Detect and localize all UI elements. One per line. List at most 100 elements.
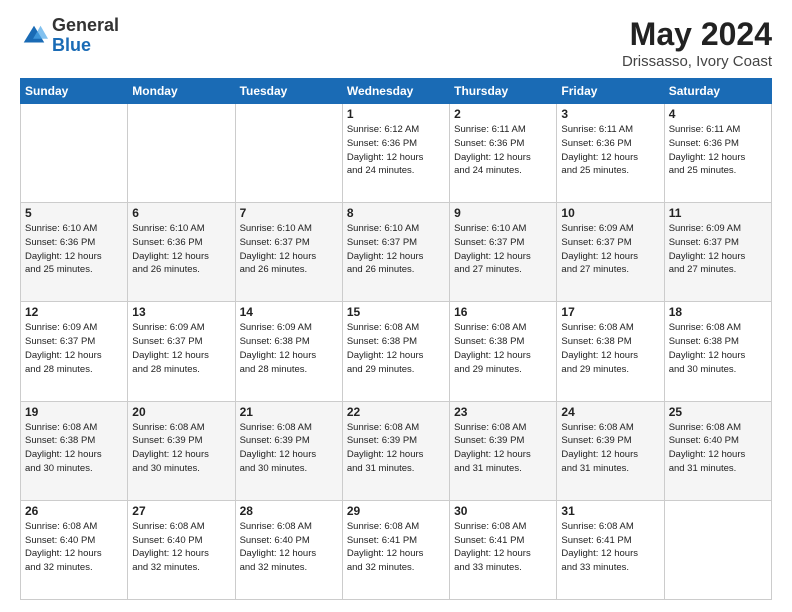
day-number: 3 xyxy=(561,107,659,121)
calendar-day-30: 30 Sunrise: 6:08 AMSunset: 6:41 PMDayligh… xyxy=(450,500,557,599)
day-info: Sunrise: 6:09 AMSunset: 6:37 PMDaylight:… xyxy=(25,321,123,376)
day-info: Sunrise: 6:08 AMSunset: 6:41 PMDaylight:… xyxy=(347,520,445,575)
day-info: Sunrise: 6:09 AMSunset: 6:37 PMDaylight:… xyxy=(561,222,659,277)
calendar-day-12: 12 Sunrise: 6:09 AMSunset: 6:37 PMDayligh… xyxy=(21,302,128,401)
day-number: 14 xyxy=(240,305,338,319)
calendar-day-1: 1 Sunrise: 6:12 AMSunset: 6:36 PMDaylight… xyxy=(342,104,449,203)
calendar-day-23: 23Sunrise: 6:08 AMSunset: 6:39 PMDayligh… xyxy=(450,401,557,500)
calendar-week-row-4: 26Sunrise: 6:08 AMSunset: 6:40 PMDayligh… xyxy=(21,500,772,599)
calendar-day-4: 4 Sunrise: 6:11 AMSunset: 6:36 PMDaylight… xyxy=(664,104,771,203)
day-info: Sunrise: 6:08 AMSunset: 6:39 PMDaylight:… xyxy=(454,421,552,476)
calendar-day-15: 15 Sunrise: 6:08 AMSunset: 6:38 PMDayligh… xyxy=(342,302,449,401)
day-number: 1 xyxy=(347,107,445,121)
day-info: Sunrise: 6:08 AMSunset: 6:38 PMDaylight:… xyxy=(669,321,767,376)
calendar-day-21: 21Sunrise: 6:08 AMSunset: 6:39 PMDayligh… xyxy=(235,401,342,500)
calendar-header-row: SundayMondayTuesdayWednesdayThursdayFrid… xyxy=(21,79,772,104)
day-number: 13 xyxy=(132,305,230,319)
day-info: Sunrise: 6:09 AMSunset: 6:37 PMDaylight:… xyxy=(669,222,767,277)
calendar-day-24: 24Sunrise: 6:08 AMSunset: 6:39 PMDayligh… xyxy=(557,401,664,500)
day-number: 22 xyxy=(347,405,445,419)
calendar-day-26: 26Sunrise: 6:08 AMSunset: 6:40 PMDayligh… xyxy=(21,500,128,599)
day-info: Sunrise: 6:11 AMSunset: 6:36 PMDaylight:… xyxy=(561,123,659,178)
calendar-day-7: 7Sunrise: 6:10 AMSunset: 6:37 PMDaylight… xyxy=(235,203,342,302)
day-number: 20 xyxy=(132,405,230,419)
day-info: Sunrise: 6:12 AMSunset: 6:36 PMDaylight:… xyxy=(347,123,445,178)
calendar-header-thursday: Thursday xyxy=(450,79,557,104)
day-info: Sunrise: 6:08 AMSunset: 6:40 PMDaylight:… xyxy=(132,520,230,575)
calendar-day-19: 19 Sunrise: 6:08 AMSunset: 6:38 PMDayligh… xyxy=(21,401,128,500)
day-info: Sunrise: 6:11 AMSunset: 6:36 PMDaylight:… xyxy=(454,123,552,178)
calendar-day-empty xyxy=(235,104,342,203)
calendar-header-monday: Monday xyxy=(128,79,235,104)
calendar-day-20: 20 Sunrise: 6:08 AMSunset: 6:39 PMDayligh… xyxy=(128,401,235,500)
calendar-day-10: 10 Sunrise: 6:09 AMSunset: 6:37 PMDayligh… xyxy=(557,203,664,302)
calendar-day-14: 14 Sunrise: 6:09 AMSunset: 6:38 PMDayligh… xyxy=(235,302,342,401)
calendar-day-11: 11 Sunrise: 6:09 AMSunset: 6:37 PMDayligh… xyxy=(664,203,771,302)
day-info: Sunrise: 6:08 AMSunset: 6:41 PMDaylight:… xyxy=(454,520,552,575)
calendar-header-tuesday: Tuesday xyxy=(235,79,342,104)
calendar-day-9: 9 Sunrise: 6:10 AMSunset: 6:37 PMDaylight… xyxy=(450,203,557,302)
day-info: Sunrise: 6:08 AMSunset: 6:39 PMDaylight:… xyxy=(347,421,445,476)
day-number: 15 xyxy=(347,305,445,319)
calendar-day-empty xyxy=(21,104,128,203)
calendar-day-5: 5 Sunrise: 6:10 AMSunset: 6:36 PMDaylight… xyxy=(21,203,128,302)
day-number: 17 xyxy=(561,305,659,319)
calendar-day-31: 31 Sunrise: 6:08 AMSunset: 6:41 PMDayligh… xyxy=(557,500,664,599)
day-info: Sunrise: 6:08 AMSunset: 6:38 PMDaylight:… xyxy=(561,321,659,376)
calendar-day-empty xyxy=(664,500,771,599)
logo-text: General Blue xyxy=(52,16,119,56)
calendar-week-row-1: 5 Sunrise: 6:10 AMSunset: 6:36 PMDaylight… xyxy=(21,203,772,302)
day-number: 6 xyxy=(132,206,230,220)
day-info: Sunrise: 6:08 AMSunset: 6:39 PMDaylight:… xyxy=(561,421,659,476)
day-number: 4 xyxy=(669,107,767,121)
logo: General Blue xyxy=(20,16,119,56)
calendar-table: SundayMondayTuesdayWednesdayThursdayFrid… xyxy=(20,78,772,600)
day-info: Sunrise: 6:08 AMSunset: 6:39 PMDaylight:… xyxy=(132,421,230,476)
day-number: 8 xyxy=(347,206,445,220)
day-info: Sunrise: 6:10 AMSunset: 6:36 PMDaylight:… xyxy=(25,222,123,277)
day-number: 21 xyxy=(240,405,338,419)
day-number: 11 xyxy=(669,206,767,220)
calendar-day-empty xyxy=(128,104,235,203)
day-info: Sunrise: 6:10 AMSunset: 6:37 PMDaylight:… xyxy=(454,222,552,277)
day-number: 10 xyxy=(561,206,659,220)
day-number: 27 xyxy=(132,504,230,518)
day-info: Sunrise: 6:08 AMSunset: 6:40 PMDaylight:… xyxy=(240,520,338,575)
day-info: Sunrise: 6:08 AMSunset: 6:38 PMDaylight:… xyxy=(347,321,445,376)
calendar-day-3: 3 Sunrise: 6:11 AMSunset: 6:36 PMDaylight… xyxy=(557,104,664,203)
page: General Blue May 2024 Drissasso, Ivory C… xyxy=(0,0,792,612)
day-info: Sunrise: 6:09 AMSunset: 6:38 PMDaylight:… xyxy=(240,321,338,376)
day-number: 31 xyxy=(561,504,659,518)
calendar-week-row-2: 12 Sunrise: 6:09 AMSunset: 6:37 PMDayligh… xyxy=(21,302,772,401)
title-month: May 2024 xyxy=(622,16,772,53)
day-info: Sunrise: 6:10 AMSunset: 6:37 PMDaylight:… xyxy=(240,222,338,277)
calendar-header-friday: Friday xyxy=(557,79,664,104)
calendar-day-29: 29 Sunrise: 6:08 AMSunset: 6:41 PMDayligh… xyxy=(342,500,449,599)
day-number: 2 xyxy=(454,107,552,121)
calendar-day-13: 13 Sunrise: 6:09 AMSunset: 6:37 PMDayligh… xyxy=(128,302,235,401)
day-info: Sunrise: 6:10 AMSunset: 6:37 PMDaylight:… xyxy=(347,222,445,277)
day-number: 5 xyxy=(25,206,123,220)
logo-blue-text: Blue xyxy=(52,36,119,56)
calendar-week-row-0: 1 Sunrise: 6:12 AMSunset: 6:36 PMDaylight… xyxy=(21,104,772,203)
day-number: 30 xyxy=(454,504,552,518)
day-number: 12 xyxy=(25,305,123,319)
day-number: 9 xyxy=(454,206,552,220)
day-number: 19 xyxy=(25,405,123,419)
calendar-day-18: 18Sunrise: 6:08 AMSunset: 6:38 PMDayligh… xyxy=(664,302,771,401)
calendar-day-25: 25Sunrise: 6:08 AMSunset: 6:40 PMDayligh… xyxy=(664,401,771,500)
calendar-header-sunday: Sunday xyxy=(21,79,128,104)
day-info: Sunrise: 6:10 AMSunset: 6:36 PMDaylight:… xyxy=(132,222,230,277)
day-info: Sunrise: 6:11 AMSunset: 6:36 PMDaylight:… xyxy=(669,123,767,178)
calendar-day-16: 16Sunrise: 6:08 AMSunset: 6:38 PMDayligh… xyxy=(450,302,557,401)
day-info: Sunrise: 6:08 AMSunset: 6:41 PMDaylight:… xyxy=(561,520,659,575)
calendar-day-8: 8 Sunrise: 6:10 AMSunset: 6:37 PMDaylight… xyxy=(342,203,449,302)
title-block: May 2024 Drissasso, Ivory Coast xyxy=(622,16,772,70)
calendar-day-28: 28 Sunrise: 6:08 AMSunset: 6:40 PMDayligh… xyxy=(235,500,342,599)
day-number: 28 xyxy=(240,504,338,518)
logo-icon xyxy=(20,22,48,50)
day-number: 29 xyxy=(347,504,445,518)
day-info: Sunrise: 6:08 AMSunset: 6:40 PMDaylight:… xyxy=(669,421,767,476)
day-info: Sunrise: 6:08 AMSunset: 6:38 PMDaylight:… xyxy=(25,421,123,476)
day-info: Sunrise: 6:09 AMSunset: 6:37 PMDaylight:… xyxy=(132,321,230,376)
